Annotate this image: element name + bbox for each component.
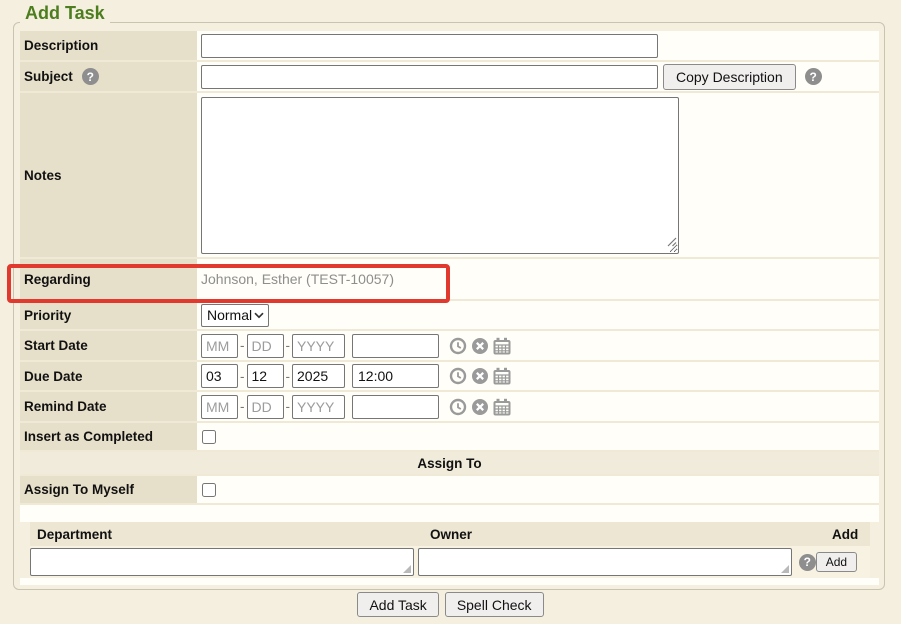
- regarding-row: Regarding Johnson, Esther (TEST-10057): [20, 259, 879, 301]
- regarding-label: Regarding: [20, 259, 197, 299]
- start-date-time-input[interactable]: [352, 334, 439, 358]
- chevron-down-icon: [254, 312, 264, 319]
- subject-input[interactable]: [201, 65, 658, 89]
- notes-label: Notes: [20, 93, 197, 257]
- due-date-row: Due Date - -: [20, 362, 879, 392]
- priority-label: Priority: [20, 301, 197, 329]
- regarding-value: Johnson, Esther (TEST-10057): [201, 271, 394, 287]
- due-date-day-input[interactable]: [247, 364, 284, 388]
- assign-to-myself-row: Assign To Myself: [20, 476, 879, 505]
- assign-to-section-header: Assign To: [20, 452, 879, 476]
- start-date-label: Start Date: [20, 331, 197, 360]
- remind-date-time-input[interactable]: [352, 395, 439, 419]
- subject-row: Subject ? Copy Description ?: [20, 62, 879, 93]
- start-date-month-input[interactable]: [201, 334, 238, 358]
- start-date-row: Start Date - -: [20, 331, 879, 362]
- help-icon[interactable]: ?: [805, 68, 822, 85]
- assign-to-myself-label: Assign To Myself: [20, 476, 197, 503]
- priority-row: Priority Normal: [20, 301, 879, 331]
- insert-as-completed-row: Insert as Completed: [20, 423, 879, 452]
- insert-as-completed-label: Insert as Completed: [20, 423, 197, 450]
- copy-description-button[interactable]: Copy Description: [663, 64, 796, 90]
- start-date-day-input[interactable]: [247, 334, 284, 358]
- department-input[interactable]: [30, 548, 414, 576]
- date-separator: -: [286, 338, 291, 353]
- priority-select[interactable]: Normal: [201, 304, 269, 327]
- page-title: Add Task: [20, 3, 110, 24]
- spell-check-button[interactable]: Spell Check: [445, 592, 544, 617]
- notes-row: Notes: [20, 93, 879, 259]
- due-date-label: Due Date: [20, 362, 197, 390]
- description-label: Description: [20, 31, 197, 60]
- due-date-year-input[interactable]: [292, 364, 345, 388]
- due-date-time-input[interactable]: [352, 364, 439, 388]
- footer-actions: Add Task Spell Check: [0, 592, 901, 617]
- remind-date-day-input[interactable]: [247, 395, 284, 419]
- assign-to-myself-checkbox[interactable]: [202, 483, 216, 497]
- remind-date-year-input[interactable]: [292, 395, 345, 419]
- add-assignment-button[interactable]: Add: [816, 552, 857, 572]
- date-separator: -: [240, 369, 245, 384]
- assign-table: Department Owner Add ? Add: [30, 522, 870, 578]
- add-task-panel: Description Subject ? Copy Description ?…: [13, 22, 885, 590]
- remind-date-month-input[interactable]: [201, 395, 238, 419]
- date-separator: -: [286, 369, 291, 384]
- assign-to-header-text: Assign To: [417, 456, 481, 471]
- department-column-header: Department: [30, 527, 423, 542]
- assign-table-header: Department Owner Add: [30, 522, 870, 546]
- clock-icon[interactable]: [449, 337, 467, 355]
- assign-table-row: ? Add: [30, 546, 870, 578]
- remind-date-label: Remind Date: [20, 392, 197, 421]
- clear-icon[interactable]: [471, 367, 489, 385]
- description-input[interactable]: [201, 34, 658, 58]
- panel-bottom-padding: [20, 578, 879, 585]
- start-date-year-input[interactable]: [292, 334, 345, 358]
- help-icon[interactable]: ?: [799, 554, 816, 571]
- add-column-header: Add: [815, 527, 870, 542]
- calendar-icon[interactable]: [493, 398, 511, 416]
- help-icon[interactable]: ?: [82, 68, 99, 85]
- clear-icon[interactable]: [471, 398, 489, 416]
- clear-icon[interactable]: [471, 337, 489, 355]
- notes-textarea[interactable]: [201, 97, 679, 254]
- clock-icon[interactable]: [449, 367, 467, 385]
- clock-icon[interactable]: [449, 398, 467, 416]
- calendar-icon[interactable]: [493, 337, 511, 355]
- date-separator: -: [240, 338, 245, 353]
- date-separator: -: [286, 399, 291, 414]
- calendar-icon[interactable]: [493, 367, 511, 385]
- owner-input[interactable]: [418, 548, 792, 576]
- insert-as-completed-checkbox[interactable]: [202, 430, 216, 444]
- date-separator: -: [240, 399, 245, 414]
- due-date-month-input[interactable]: [201, 364, 238, 388]
- description-row: Description: [20, 31, 879, 62]
- spacer: [20, 505, 879, 522]
- subject-label: Subject: [24, 69, 73, 84]
- remind-date-row: Remind Date - -: [20, 392, 879, 423]
- owner-column-header: Owner: [423, 527, 815, 542]
- priority-selected-option: Normal: [207, 307, 252, 323]
- add-task-button[interactable]: Add Task: [357, 592, 438, 617]
